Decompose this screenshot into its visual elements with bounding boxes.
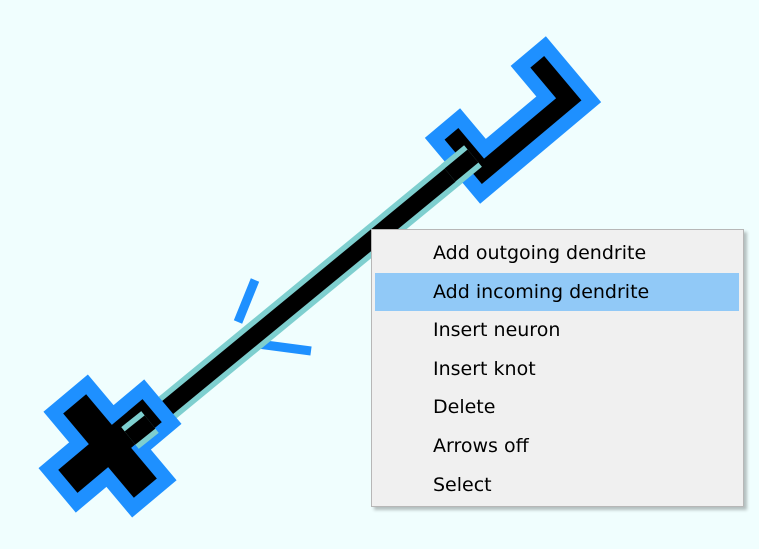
neuron-knot-lower[interactable] [23,359,198,534]
context-menu: Add outgoing dendrite Add incoming dendr… [371,229,744,507]
menu-item-insert-neuron[interactable]: Insert neuron [375,311,739,350]
menu-item-add-outgoing-dendrite[interactable]: Add outgoing dendrite [375,234,739,273]
menu-item-add-incoming-dendrite[interactable]: Add incoming dendrite [375,272,739,312]
menu-item-insert-knot[interactable]: Insert knot [375,350,739,389]
menu-item-delete[interactable]: Delete [375,388,739,427]
menu-item-select[interactable]: Select [375,466,739,505]
menu-item-arrows-off[interactable]: Arrows off [375,427,739,466]
